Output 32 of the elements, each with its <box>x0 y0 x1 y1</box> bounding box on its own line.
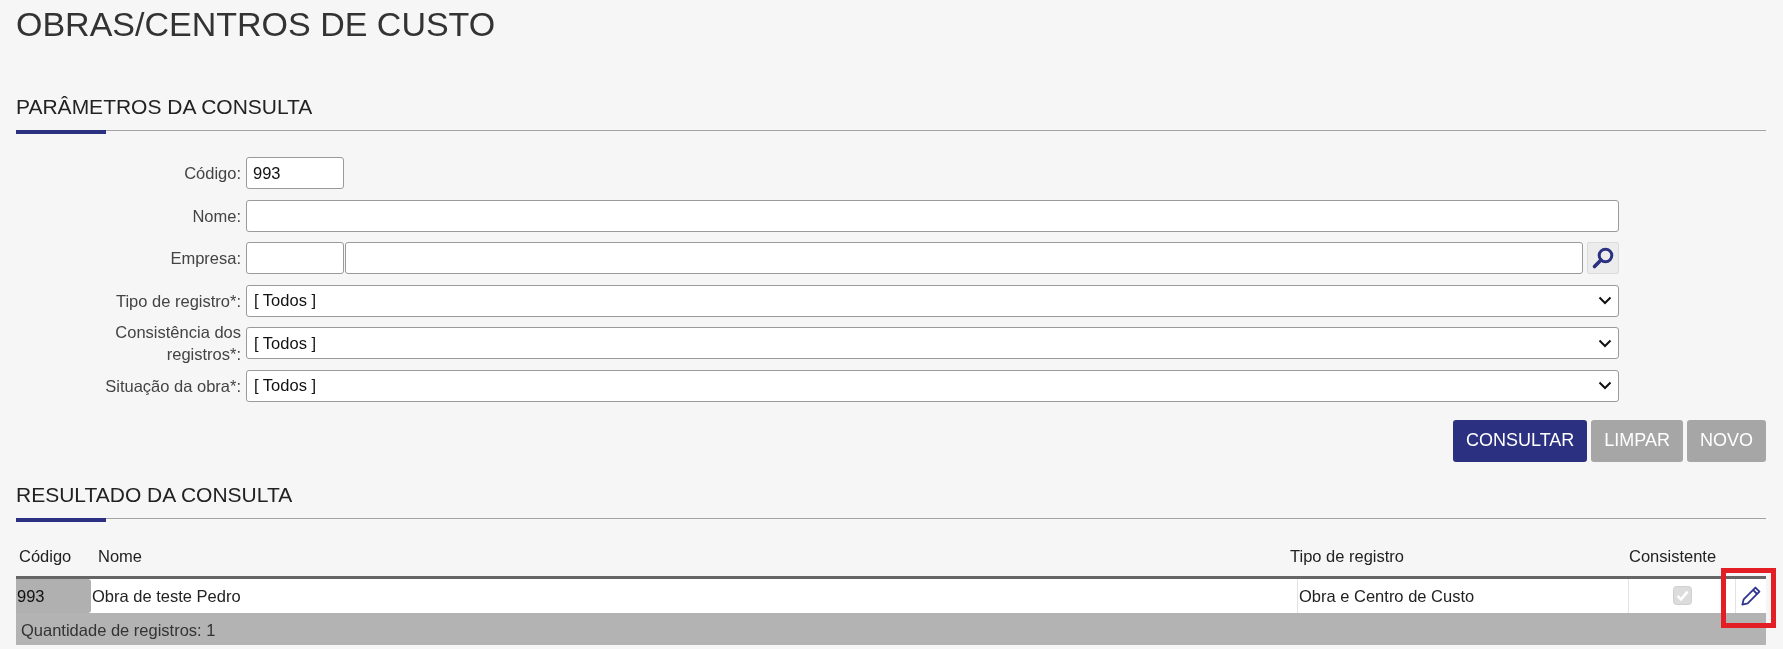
dropdown[interactable]: [ Todos ] <box>246 369 1619 402</box>
column-header: Consistente <box>1629 545 1717 567</box>
search-icon <box>1591 246 1615 270</box>
field-label: Tipo de registro*: <box>115 290 241 312</box>
code-field[interactable] <box>246 242 344 274</box>
description-field[interactable] <box>345 242 1583 274</box>
chevron-down-icon <box>1598 381 1612 390</box>
column-header: Código <box>19 545 72 567</box>
column-header: Nome <box>98 545 142 567</box>
dropdown[interactable]: [ Todos ] <box>246 284 1619 317</box>
field-label: Consistência dos registros*: <box>114 322 241 365</box>
dropdown[interactable]: [ Todos ] <box>246 327 1619 359</box>
primary-button[interactable]: CONSULTAR <box>1452 419 1588 462</box>
table-cell-text: Obra de teste Pedro <box>91 585 242 607</box>
text-field[interactable]: 993 <box>246 157 344 189</box>
chevron-down-icon <box>1598 296 1612 305</box>
chevron-down-icon <box>1598 338 1612 348</box>
field-label: Empresa: <box>170 248 241 269</box>
section-heading: RESULTADO DA CONSULTA <box>16 481 294 508</box>
text-field[interactable] <box>246 199 1619 232</box>
field-label: Situação da obra*: <box>105 375 241 397</box>
column-header: Tipo de registro <box>1290 545 1405 567</box>
edit-button[interactable] <box>1740 584 1762 607</box>
section-heading: PARÂMETROS DA CONSULTA <box>16 94 314 120</box>
field-label: Nome: <box>192 205 241 227</box>
table-cell: Obra e Centro de Custo <box>1297 578 1628 613</box>
search-button[interactable] <box>1587 242 1619 274</box>
field-label: Código: <box>184 163 241 184</box>
pencil-icon <box>1740 584 1762 607</box>
table-cell: 993 <box>16 578 91 613</box>
record-count: Quantidade de registros: 1 <box>16 612 1766 645</box>
page-title: OBRAS/CENTROS DE CUSTO <box>16 4 497 44</box>
